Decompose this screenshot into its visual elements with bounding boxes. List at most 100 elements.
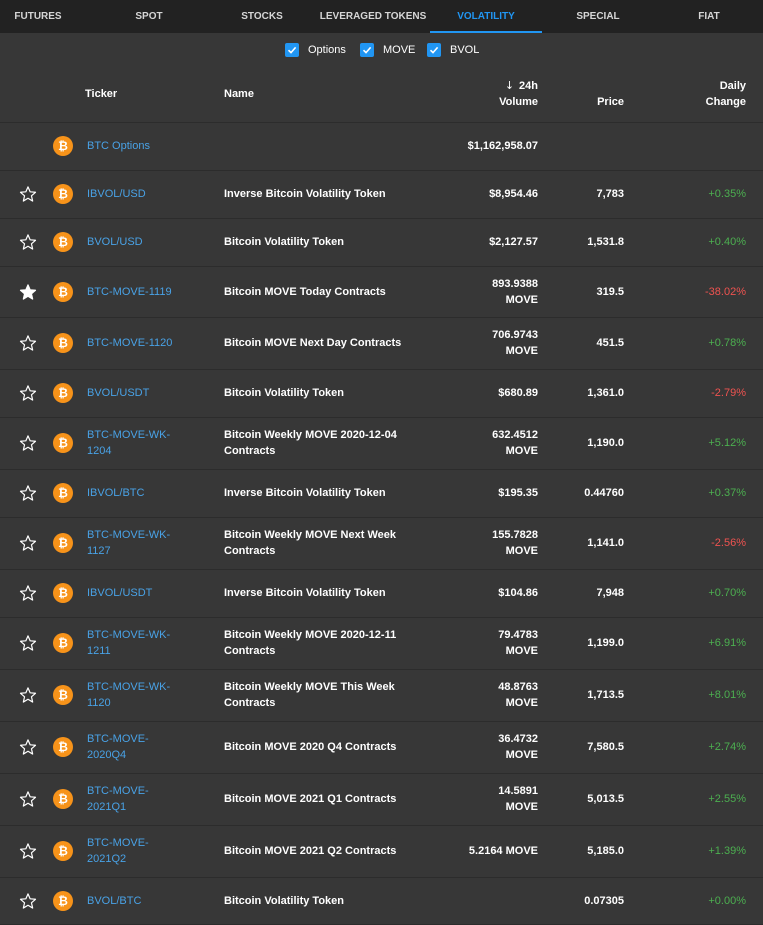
ticker-link[interactable]: BVOL/USD	[87, 234, 197, 250]
options-checkbox[interactable]: Options	[285, 42, 346, 58]
star-outline-icon[interactable]	[19, 842, 37, 860]
tab-leveraged-tokens[interactable]: LEVERAGED TOKENS	[316, 0, 430, 33]
table-row[interactable]: ₿ BTC-MOVE-1119 Bitcoin MOVE Today Contrac…	[0, 267, 763, 318]
volume-line: MOVE	[505, 697, 538, 709]
volume-value: 706.9743 MOVE	[428, 327, 538, 359]
instrument-name: Inverse Bitcoin Volatility Token	[224, 485, 424, 501]
table-row[interactable]: ₿ BTC-MOVE-WK- 1120 Bitcoin Weekly MOVE Thi…	[0, 670, 763, 722]
ticker-link[interactable]: BTC-MOVE- 2021Q1	[87, 783, 197, 815]
star-outline-icon[interactable]	[19, 484, 37, 502]
name-line: Contracts	[224, 445, 276, 457]
tab-futures[interactable]: FUTURES	[0, 0, 76, 33]
ticker-link[interactable]: BTC-MOVE- 2020Q4	[87, 731, 197, 763]
ticker-link[interactable]: IBVOL/USDT	[87, 585, 197, 601]
table-row[interactable]: ₿ BTC-MOVE-WK- 1127 Bitcoin Weekly MOVE Nex…	[0, 518, 763, 570]
table-row[interactable]: ₿ BTC-MOVE- 2020Q4 Bitcoin MOVE 2020 Q4 Con…	[0, 722, 763, 774]
price-value: 1,190.0	[587, 437, 624, 449]
volume-line: 706.9743	[492, 329, 538, 341]
star-outline-icon[interactable]	[19, 185, 37, 203]
ticker-link[interactable]: BTC-MOVE-WK- 1127	[87, 527, 197, 559]
table-row[interactable]: ₿ IBVOL/BTC Inverse Bitcoin Volatility Tok…	[0, 470, 763, 518]
move-checkbox[interactable]: MOVE	[360, 42, 415, 58]
star-outline-icon[interactable]	[19, 334, 37, 352]
daily-change-value: +0.00%	[708, 894, 746, 907]
table-row[interactable]: ₿ BTC-MOVE- 2021Q2 Bitcoin MOVE 2021 Q2 Con…	[0, 826, 763, 878]
star-outline-icon[interactable]	[19, 892, 37, 910]
star-outline-icon[interactable]	[19, 534, 37, 552]
price-value: 0.07305	[584, 894, 624, 907]
name-line: Contracts	[224, 545, 276, 557]
star-filled-icon[interactable]	[19, 283, 37, 301]
bvol-checkbox[interactable]: BVOL	[427, 42, 479, 58]
star-outline-icon[interactable]	[19, 434, 37, 452]
ticker-link[interactable]: BTC Options	[87, 138, 197, 154]
ticker-link[interactable]: BTC-MOVE-1120	[87, 335, 197, 351]
change-column-header[interactable]: Daily Change	[706, 78, 746, 110]
star-outline-icon[interactable]	[19, 584, 37, 602]
instrument-name: Inverse Bitcoin Volatility Token	[224, 585, 424, 601]
table-row[interactable]: ₿ BVOL/USD Bitcoin Volatility Token $2,127.…	[0, 219, 763, 267]
daily-change-value: +0.37%	[708, 487, 746, 499]
table-row[interactable]: ₿ IBVOL/USD Inverse Bitcoin Volatility Tok…	[0, 171, 763, 219]
daily-change-value: +0.35%	[708, 188, 746, 200]
instrument-name: Bitcoin MOVE 2020 Q4 Contracts	[224, 739, 424, 755]
ticker-line: BVOL/USD	[87, 236, 143, 248]
bitcoin-icon: ₿	[53, 383, 73, 403]
ticker-link[interactable]: BTC-MOVE-WK- 1204	[87, 427, 197, 459]
ticker-link[interactable]: BTC-MOVE-WK- 1211	[87, 627, 197, 659]
tab-spot[interactable]: SPOT	[101, 0, 197, 33]
price-column-header[interactable]: Price	[597, 94, 624, 110]
ticker-line: 2020Q4	[87, 749, 127, 761]
ticker-link[interactable]: BTC-MOVE-1119	[87, 284, 197, 300]
table-row[interactable]: ₿ BTC-MOVE-1120 Bitcoin MOVE Next Day Cont…	[0, 318, 763, 370]
star-outline-icon[interactable]	[19, 233, 37, 251]
table-row[interactable]: ₿ BVOL/BTC Bitcoin Volatility Token 0.07305…	[0, 878, 763, 925]
table-row[interactable]: ₿ BTC-MOVE-WK- 1204 Bitcoin Weekly MOVE 202…	[0, 418, 763, 470]
daily-change-value: +0.40%	[708, 236, 746, 248]
name-line: Bitcoin Weekly MOVE This Week	[224, 681, 395, 693]
volume-header-line1: 24h	[519, 80, 538, 92]
tab-special[interactable]: SPECIAL	[552, 0, 644, 33]
volume-line: $680.89	[498, 387, 538, 399]
daily-change-value: -38.02%	[705, 285, 746, 298]
price-value: 5,013.5	[587, 793, 624, 805]
star-outline-icon[interactable]	[19, 790, 37, 808]
star-outline-icon[interactable]	[19, 686, 37, 704]
table-row[interactable]: ₿ IBVOL/USDT Inverse Bitcoin Volatility To…	[0, 570, 763, 618]
ticker-link[interactable]: BTC-MOVE- 2021Q2	[87, 835, 197, 867]
table-row[interactable]: ₿ BTC-MOVE- 2021Q1 Bitcoin MOVE 2021 Q1 Con…	[0, 774, 763, 826]
bitcoin-icon: ₿	[53, 136, 73, 156]
ticker-line: BTC-MOVE-WK-	[87, 629, 171, 641]
volume-line: 632.4512	[492, 429, 538, 441]
tab-fiat[interactable]: FIAT	[666, 0, 752, 33]
instrument-name: Bitcoin Weekly MOVE 2020-12-11 Contracts	[224, 627, 424, 659]
ticker-line: IBVOL/USDT	[87, 587, 153, 599]
ticker-line: BTC-MOVE-	[87, 733, 149, 745]
sort-arrow-icon: ↓	[504, 79, 515, 92]
ticker-column-header[interactable]: Ticker	[85, 86, 117, 102]
volume-value: 79.4783 MOVE	[428, 627, 538, 659]
star-outline-icon[interactable]	[19, 634, 37, 652]
tab-stocks[interactable]: STOCKS	[222, 0, 302, 33]
ticker-link[interactable]: IBVOL/BTC	[87, 485, 197, 501]
ticker-link[interactable]: BVOL/USDT	[87, 385, 197, 401]
table-row[interactable]: ₿ BTC-MOVE-WK- 1211 Bitcoin Weekly MOVE 202…	[0, 618, 763, 670]
price-value: 5,185.0	[587, 845, 624, 857]
volume-line: MOVE	[505, 445, 538, 457]
price-value: 7,948	[596, 587, 624, 599]
price-value: 451.5	[596, 337, 624, 349]
table-row[interactable]: ₿ BTC Options $1,162,958.07	[0, 123, 763, 171]
tab-volatility[interactable]: VOLATILITY	[430, 0, 542, 33]
table-row[interactable]: ₿ BVOL/USDT Bitcoin Volatility Token $680.8…	[0, 370, 763, 418]
ticker-line: BTC-MOVE-WK-	[87, 429, 171, 441]
ticker-link[interactable]: IBVOL/USD	[87, 186, 197, 202]
instrument-name: Bitcoin Volatility Token	[224, 893, 424, 909]
ticker-line: BTC-MOVE-WK-	[87, 529, 171, 541]
star-outline-icon[interactable]	[19, 738, 37, 756]
star-outline-icon[interactable]	[19, 384, 37, 402]
volume-column-header[interactable]: ↓ 24h Volume	[438, 78, 538, 110]
ticker-link[interactable]: BTC-MOVE-WK- 1120	[87, 679, 197, 711]
name-column-header[interactable]: Name	[224, 86, 254, 102]
instrument-name: Bitcoin MOVE Next Day Contracts	[224, 335, 424, 351]
ticker-link[interactable]: BVOL/BTC	[87, 893, 197, 909]
